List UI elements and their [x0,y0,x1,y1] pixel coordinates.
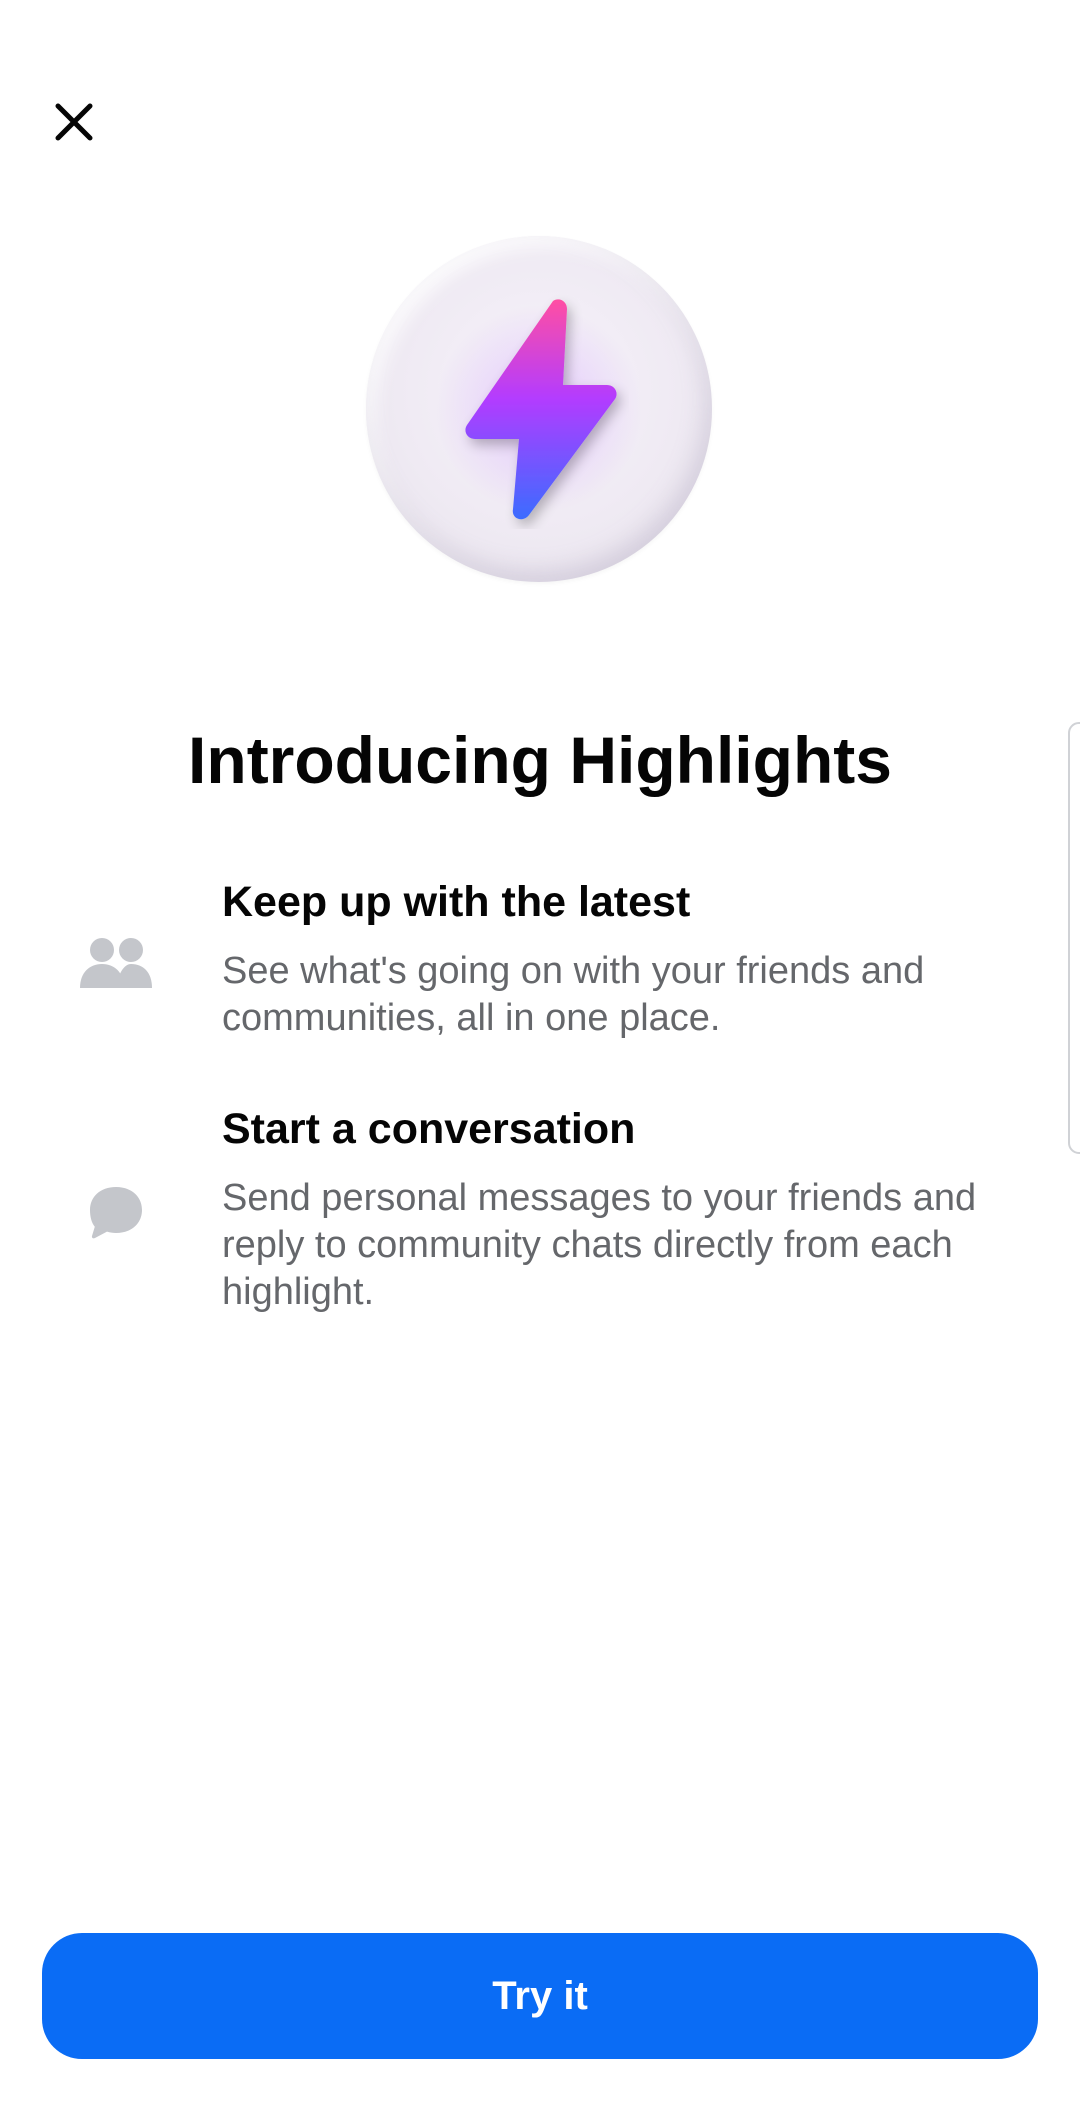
feature-item-start-conversation: Start a conversation Send personal messa… [0,1097,1080,1327]
lightning-bolt-icon [465,299,617,520]
feature-description: See what's going on with your friends an… [222,950,925,1039]
highlights-intro-screen: Introducing Highlights Keep up with the … [0,0,1080,2119]
try-it-button[interactable]: Try it [42,1933,1038,2059]
chat-bubble-icon [80,1177,152,1249]
feature-description: Send personal messages to your friends a… [222,1177,977,1313]
close-icon [55,103,93,141]
close-button[interactable] [40,88,108,156]
hero-illustration [366,236,712,582]
people-icon [80,928,152,1000]
feature-title: Keep up with the latest [222,878,691,926]
page-title: Introducing Highlights [188,723,892,797]
feature-item-keep-up: Keep up with the latest See what's going… [0,870,1080,1050]
feature-title: Start a conversation [222,1105,636,1153]
